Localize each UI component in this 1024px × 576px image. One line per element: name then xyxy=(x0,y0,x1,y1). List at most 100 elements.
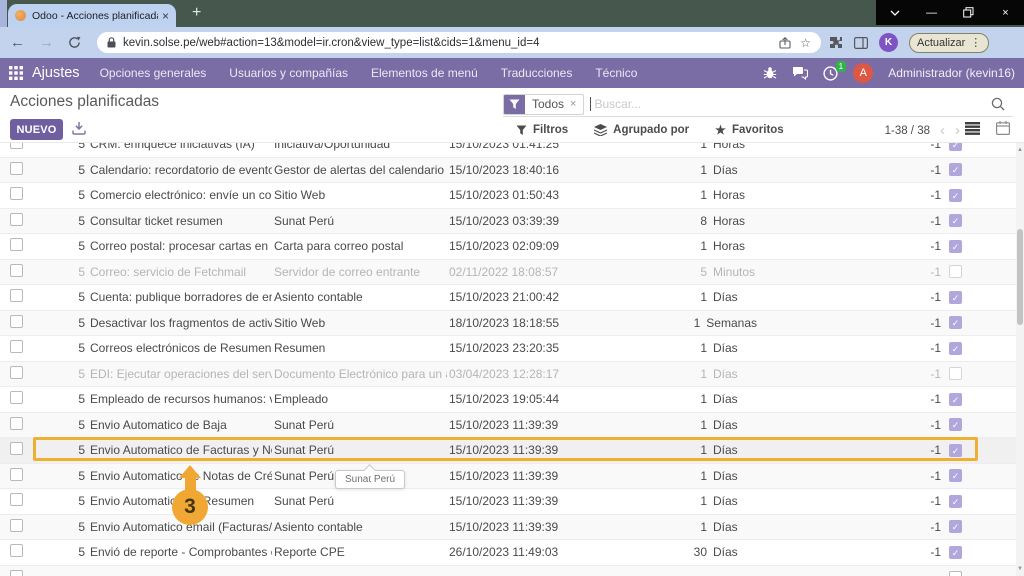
active-checkbox[interactable]: ✓ xyxy=(949,444,962,457)
active-checkbox[interactable]: ✓ xyxy=(949,393,962,406)
row-select-checkbox[interactable] xyxy=(10,264,23,277)
active-checkbox[interactable]: ✓ xyxy=(949,189,962,202)
row-select-checkbox[interactable] xyxy=(10,143,23,149)
menu-elementos-de-menu[interactable]: Elementos de menú xyxy=(371,66,478,80)
table-row[interactable]: 5 Correo: servicio de Fetchmail Servidor… xyxy=(0,260,1016,286)
active-checkbox[interactable]: ✓ xyxy=(949,418,962,431)
table-row[interactable]: 5 Envio Automatico de Notas de Crédito S… xyxy=(0,464,1016,490)
table-row[interactable]: 5 Desactivar los fragmentos de activos .… xyxy=(0,311,1016,337)
row-select-checkbox[interactable] xyxy=(10,315,23,328)
search-bar[interactable]: Todos × Buscar... xyxy=(503,92,1013,117)
active-checkbox[interactable]: ✓ xyxy=(949,495,962,508)
row-select-checkbox[interactable] xyxy=(10,417,23,430)
row-select-checkbox[interactable] xyxy=(10,187,23,200)
row-select-checkbox[interactable] xyxy=(10,238,23,251)
calendar-view-icon[interactable] xyxy=(996,121,1010,135)
facet-remove-icon[interactable]: × xyxy=(570,98,576,110)
table-row[interactable]: 5 Envio Automatico email (Facturas/Bol..… xyxy=(0,515,1016,541)
active-checkbox[interactable]: ✓ xyxy=(949,520,962,533)
window-menu-chevron-icon[interactable] xyxy=(876,0,913,25)
active-checkbox[interactable] xyxy=(949,571,962,576)
table-row[interactable]: 5 Envió de reporte - Comprobantes ele...… xyxy=(0,540,1016,566)
window-restore-button[interactable] xyxy=(950,0,987,25)
active-checkbox[interactable]: ✓ xyxy=(949,546,962,559)
new-record-button[interactable]: NUEVO xyxy=(10,119,63,140)
download-export-icon[interactable] xyxy=(72,122,86,135)
activities-clock-icon[interactable]: 1 xyxy=(823,66,838,81)
active-checkbox[interactable]: ✓ xyxy=(949,163,962,176)
row-select-checkbox[interactable] xyxy=(10,391,23,404)
row-select-checkbox[interactable] xyxy=(10,570,23,576)
debug-bug-icon[interactable] xyxy=(763,66,777,80)
favorites-button[interactable]: ★ Favoritos xyxy=(715,123,784,137)
reload-icon[interactable] xyxy=(68,36,81,49)
row-select-checkbox[interactable] xyxy=(10,340,23,353)
filters-button[interactable]: Filtros xyxy=(516,124,568,136)
row-select-checkbox[interactable] xyxy=(10,442,23,455)
list-view-icon[interactable] xyxy=(965,122,980,135)
active-checkbox[interactable]: ✓ xyxy=(949,342,962,355)
menu-usuarios-companias[interactable]: Usuarios y compañías xyxy=(229,66,348,80)
table-row[interactable]: 5 Envio Automatico de Facturas y Notas..… xyxy=(0,438,1016,464)
search-input[interactable]: Buscar... xyxy=(594,97,991,111)
share-icon[interactable] xyxy=(779,37,791,49)
new-tab-button[interactable]: + xyxy=(192,5,201,21)
table-row[interactable]: 5 Cuenta: publique borradores de entra..… xyxy=(0,285,1016,311)
active-checkbox[interactable]: ✓ xyxy=(949,291,962,304)
scrollbar-thumb[interactable] xyxy=(1017,229,1023,325)
table-row[interactable]: 5 CRM: enriquece iniciativas (IA) Inicia… xyxy=(0,143,1016,158)
tab-close-icon[interactable]: × xyxy=(162,10,169,22)
active-checkbox[interactable]: ✓ xyxy=(949,240,962,253)
active-checkbox[interactable]: ✓ xyxy=(949,214,962,227)
active-checkbox[interactable]: ✓ xyxy=(949,143,962,151)
apps-grid-icon[interactable] xyxy=(9,66,23,80)
back-icon[interactable]: ← xyxy=(10,35,25,50)
bookmark-star-icon[interactable]: ☆ xyxy=(800,36,811,50)
search-facet[interactable]: Todos × xyxy=(503,94,584,115)
browser-tab[interactable]: Odoo - Acciones planificadas × xyxy=(8,4,176,27)
window-minimize-button[interactable]: — xyxy=(913,0,950,25)
app-name[interactable]: Ajustes xyxy=(32,65,80,81)
table-row[interactable]: 5 Consultar ticket resumen Sunat Perú 15… xyxy=(0,209,1016,235)
pager-next-icon[interactable]: › xyxy=(955,123,960,138)
menu-traducciones[interactable]: Traducciones xyxy=(501,66,573,80)
row-select-checkbox[interactable] xyxy=(10,366,23,379)
table-row[interactable]: 5 Correo postal: procesar cartas en la c… xyxy=(0,234,1016,260)
extensions-puzzle-icon[interactable] xyxy=(829,36,843,50)
row-select-checkbox[interactable] xyxy=(10,162,23,175)
active-checkbox[interactable]: ✓ xyxy=(949,469,962,482)
table-row[interactable]: 5 Comercio electrónico: envíe un corre..… xyxy=(0,183,1016,209)
chrome-update-button[interactable]: Actualizar ⋮ xyxy=(909,33,989,53)
search-icon[interactable] xyxy=(991,97,1005,111)
menu-opciones-generales[interactable]: Opciones generales xyxy=(100,66,207,80)
window-close-button[interactable]: × xyxy=(987,0,1024,25)
active-checkbox[interactable] xyxy=(949,367,962,380)
messages-chat-icon[interactable] xyxy=(792,66,808,80)
forward-icon[interactable]: → xyxy=(39,35,54,50)
table-row[interactable]: 5 Envio Automatico de Baja Sunat Perú 15… xyxy=(0,413,1016,439)
row-select-checkbox[interactable] xyxy=(10,493,23,506)
side-panel-icon[interactable] xyxy=(854,37,868,49)
group-by-button[interactable]: Agrupado por xyxy=(594,124,689,136)
vertical-scrollbar[interactable]: ▲ ▼ xyxy=(1016,143,1024,576)
table-row[interactable]: 5 Calendario: recordatorio de evento Ges… xyxy=(0,158,1016,184)
table-row[interactable]: 5 Envio Automatico de Resumen Sunat Perú… xyxy=(0,489,1016,515)
row-select-checkbox[interactable] xyxy=(10,289,23,302)
active-checkbox[interactable]: ✓ xyxy=(949,316,962,329)
browser-profile-avatar[interactable]: K xyxy=(879,33,898,52)
pager-previous-icon[interactable]: ‹ xyxy=(940,123,945,138)
menu-tecnico[interactable]: Técnico xyxy=(595,66,637,80)
row-select-checkbox[interactable] xyxy=(10,544,23,557)
url-bar[interactable]: kevin.solse.pe/web#action=13&model=ir.cr… xyxy=(97,32,821,53)
scroll-down-icon[interactable]: ▼ xyxy=(1016,564,1024,574)
table-row[interactable]: 5 Correos electrónicos de Resumen Resume… xyxy=(0,336,1016,362)
active-checkbox[interactable] xyxy=(949,265,962,278)
row-select-checkbox[interactable] xyxy=(10,519,23,532)
table-row[interactable]: 5 EDI: Ejecutar operaciones del servicio… xyxy=(0,362,1016,388)
row-select-checkbox[interactable] xyxy=(10,213,23,226)
browser-menu-dots-icon[interactable]: ⋮ xyxy=(970,36,981,49)
scroll-up-icon[interactable]: ▲ xyxy=(1016,145,1024,155)
user-avatar[interactable]: A xyxy=(853,63,873,83)
table-row[interactable]: 5 Empleado de recursos humanos: verif...… xyxy=(0,387,1016,413)
table-row[interactable] xyxy=(0,566,1016,576)
